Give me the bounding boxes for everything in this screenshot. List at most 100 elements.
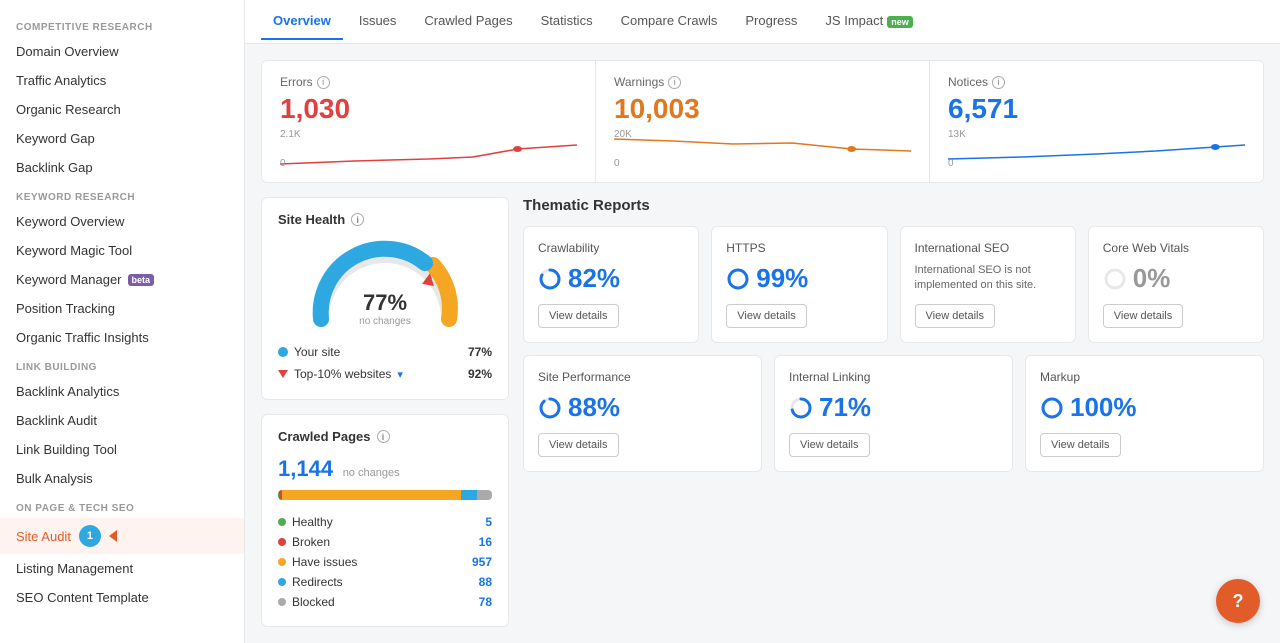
stat-label: Redirects <box>292 575 343 589</box>
thematic-card-value: 99% <box>726 263 872 294</box>
view-details-button-https[interactable]: View details <box>726 304 807 328</box>
sidebar-item-seo-content-template[interactable]: SEO Content Template <box>0 583 244 612</box>
sidebar-item-traffic-analytics[interactable]: Traffic Analytics <box>0 66 244 95</box>
sidebar-item-label: Link Building Tool <box>16 442 117 457</box>
sidebar-item-label: Backlink Analytics <box>16 384 119 399</box>
view-details-button-site-performance[interactable]: View details <box>538 433 619 457</box>
stat-label: Blocked <box>292 595 335 609</box>
thematic-card-crawlability: Crawlability 82% View details <box>523 226 699 343</box>
sidebar-item-label: Backlink Gap <box>16 160 93 175</box>
crawled-stats-list: Healthy5Broken16Have issues957Redirects8… <box>278 512 492 612</box>
sidebar-item-site-audit[interactable]: Site Audit1 <box>0 518 244 554</box>
top10-dropdown[interactable]: ▾ <box>397 368 403 381</box>
errors-info-icon[interactable]: i <box>317 76 330 89</box>
notices-info-icon[interactable]: i <box>992 76 1005 89</box>
triangle-down-icon <box>278 370 288 378</box>
tab-crawled-pages[interactable]: Crawled Pages <box>412 3 524 40</box>
thematic-value-text: 100% <box>1070 392 1137 423</box>
sidebar-item-keyword-gap[interactable]: Keyword Gap <box>0 124 244 153</box>
thematic-card-title: Markup <box>1040 370 1249 384</box>
warnings-info-icon[interactable]: i <box>668 76 681 89</box>
thematic-card-description: International SEO is not implemented on … <box>915 263 1061 294</box>
stat-value: 88 <box>479 575 492 589</box>
errors-card: Errors i 1,030 2.1K 0 <box>262 61 596 182</box>
warnings-value[interactable]: 10,003 <box>614 93 911 125</box>
circle-progress-icon <box>538 267 562 291</box>
tab-new-badge: new <box>887 16 913 28</box>
sidebar-item-label: Organic Research <box>16 102 121 117</box>
circle-progress-icon <box>1103 267 1127 291</box>
sidebar-item-label: Keyword Overview <box>16 214 124 229</box>
thematic-card-title: International SEO <box>915 241 1061 255</box>
warnings-chart: 20K 0 <box>614 129 911 169</box>
errors-value[interactable]: 1,030 <box>280 93 577 125</box>
tab-compare-crawls[interactable]: Compare Crawls <box>609 3 730 40</box>
thematic-card-internal-linking: Internal Linking71%View details <box>774 355 1013 472</box>
sidebar-item-bulk-analysis[interactable]: Bulk Analysis <box>0 464 244 493</box>
sidebar: COMPETITIVE RESEARCHDomain OverviewTraff… <box>0 0 245 643</box>
tab-issues[interactable]: Issues <box>347 3 409 40</box>
sidebar-item-keyword-manager[interactable]: Keyword Managerbeta <box>0 265 244 294</box>
sidebar-badge: beta <box>128 274 155 286</box>
crawled-stat-row: Have issues 957 <box>278 552 492 572</box>
sidebar-item-keyword-magic-tool[interactable]: Keyword Magic Tool <box>0 236 244 265</box>
sidebar-item-label: Bulk Analysis <box>16 471 93 486</box>
notices-chart: 13K 0 <box>948 129 1245 169</box>
thematic-value-text: 0% <box>1133 263 1171 294</box>
stat-value: 5 <box>485 515 492 529</box>
stat-dot-icon <box>278 578 286 586</box>
thematic-card-value: 0% <box>1103 263 1249 294</box>
progress-bar-segment <box>477 490 492 500</box>
stat-label: Have issues <box>292 555 357 569</box>
tab-js-impact[interactable]: JS Impactnew <box>813 3 924 40</box>
thematic-card-title: Crawlability <box>538 241 684 255</box>
thematic-value-text: 88% <box>568 392 620 423</box>
panels-row: Site Health i <box>261 197 1264 627</box>
crawled-pages-title: Crawled Pages i <box>278 429 492 444</box>
thematic-card-title: HTTPS <box>726 241 872 255</box>
thematic-card-https: HTTPS 99% View details <box>711 226 887 343</box>
tab-statistics[interactable]: Statistics <box>529 3 605 40</box>
thematic-card-value: 82% <box>538 263 684 294</box>
view-details-button-markup[interactable]: View details <box>1040 433 1121 457</box>
view-details-button-internal-linking[interactable]: View details <box>789 433 870 457</box>
tab-progress[interactable]: Progress <box>733 3 809 40</box>
stat-dot-icon <box>278 538 286 546</box>
stat-value: 957 <box>472 555 492 569</box>
notices-card: Notices i 6,571 13K 0 <box>930 61 1263 182</box>
sidebar-item-label: SEO Content Template <box>16 590 149 605</box>
thematic-card-site-performance: Site Performance88%View details <box>523 355 762 472</box>
sidebar-item-organic-traffic-insights[interactable]: Organic Traffic Insights <box>0 323 244 352</box>
view-details-button-international-seo[interactable]: View details <box>915 304 996 328</box>
sidebar-item-label: Traffic Analytics <box>16 73 106 88</box>
notices-value[interactable]: 6,571 <box>948 93 1245 125</box>
help-button[interactable]: ? <box>1216 579 1260 623</box>
thematic-value-text: 99% <box>756 263 808 294</box>
view-details-button-crawlability[interactable]: View details <box>538 304 619 328</box>
progress-bar-segment <box>461 490 477 500</box>
thematic-card-value: 100% <box>1040 392 1249 423</box>
gauge-legend: Your site 77% Top-10% websites ▾ 92% <box>278 341 492 385</box>
site-health-title: Site Health i <box>278 212 492 227</box>
sidebar-item-organic-research[interactable]: Organic Research <box>0 95 244 124</box>
sidebar-item-listing-management[interactable]: Listing Management <box>0 554 244 583</box>
gauge-legend-your-site: Your site 77% <box>278 341 492 363</box>
sidebar-item-label: Keyword Magic Tool <box>16 243 132 258</box>
warnings-card: Warnings i 10,003 20K 0 <box>596 61 930 182</box>
sidebar-item-domain-overview[interactable]: Domain Overview <box>0 37 244 66</box>
thematic-card-value: 71% <box>789 392 998 423</box>
sidebar-item-position-tracking[interactable]: Position Tracking <box>0 294 244 323</box>
sidebar-item-backlink-analytics[interactable]: Backlink Analytics <box>0 377 244 406</box>
tab-overview[interactable]: Overview <box>261 3 343 40</box>
crawled-stat-row: Broken16 <box>278 532 492 552</box>
metrics-row: Errors i 1,030 2.1K 0 Warnings i <box>261 60 1264 183</box>
view-details-button-core-web-vitals[interactable]: View details <box>1103 304 1184 328</box>
thematic-card-markup: Markup 100% View details <box>1025 355 1264 472</box>
sidebar-item-backlink-audit[interactable]: Backlink Audit <box>0 406 244 435</box>
sidebar-section-link-building: LINK BUILDING <box>0 352 244 377</box>
sidebar-item-link-building-tool[interactable]: Link Building Tool <box>0 435 244 464</box>
sidebar-item-backlink-gap[interactable]: Backlink Gap <box>0 153 244 182</box>
site-health-info-icon[interactable]: i <box>351 213 364 226</box>
crawled-pages-info-icon[interactable]: i <box>377 430 390 443</box>
sidebar-item-keyword-overview[interactable]: Keyword Overview <box>0 207 244 236</box>
